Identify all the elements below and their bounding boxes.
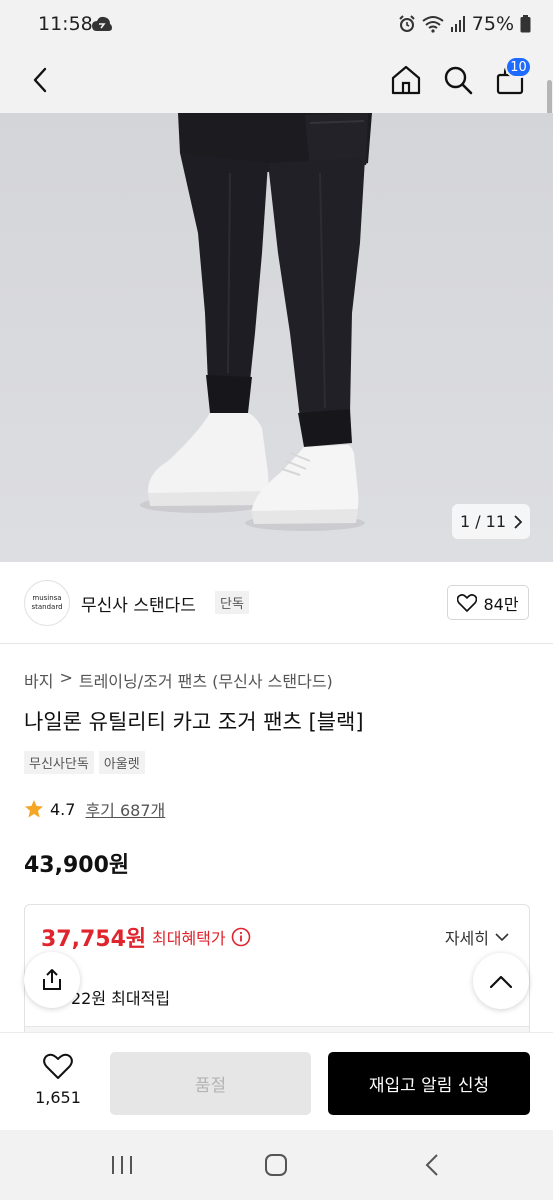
max-benefit-box: 37,754원 최대혜택가 자세히 22원 최대적립 [24,904,530,1044]
max-benefit-label-text: 최대혜택가 [152,929,226,948]
tag-exclusive: 무신사단독 [24,751,94,774]
back-button[interactable] [18,58,62,102]
battery-percent: 75% [471,13,514,35]
signal-icon [450,16,465,32]
benefit-detail-label: 자세히 [444,929,489,948]
product-tags: 무신사단독 아울렛 [24,751,145,774]
wishlist-button[interactable]: 1,651 [28,1053,88,1107]
soldout-button[interactable]: 품절 [110,1052,311,1115]
star-icon [25,800,43,818]
status-bar: 11:58 75% [0,0,553,50]
chevron-right-icon [514,514,523,529]
breadcrumb-separator: > [59,668,73,687]
max-benefit-label: 최대혜택가 [152,925,251,949]
heart-icon [43,1053,73,1079]
search-icon [444,66,473,95]
bottom-action-bar: 1,651 품절 재입고 알림 신청 [0,1032,553,1130]
scroll-top-button[interactable] [473,953,529,1009]
brand-row: musinsa standard 무신사 스탠다드 단독 84만 [0,562,553,644]
review-count-link[interactable]: 후기 687개 [85,797,165,821]
cloud-sync-icon [92,16,112,31]
max-points-text: 22원 최대적립 [71,989,171,1008]
restock-alert-button[interactable]: 재입고 알림 신청 [328,1052,530,1115]
chevron-left-icon [425,1154,438,1176]
product-title: 나일론 유틸리티 카고 조거 팬츠 [블랙] [24,710,364,734]
info-icon[interactable] [231,927,251,947]
breadcrumb-item-pants[interactable]: 바지 [24,668,53,692]
home-icon [391,65,421,95]
wishlist-count: 1,651 [35,1088,81,1107]
status-time: 11:58 [38,13,93,35]
home-button[interactable] [384,58,428,102]
chevron-down-icon [495,932,509,941]
battery-icon [520,15,531,33]
home-square-icon [265,1154,287,1176]
search-button[interactable] [436,58,480,102]
product-image[interactable] [0,113,553,562]
heart-icon [457,593,478,612]
brand-logo[interactable]: musinsa standard [24,580,70,626]
brand-like-button[interactable]: 84만 [447,585,529,620]
brand-like-count: 84만 [483,594,519,614]
image-counter-text: 1 / 11 [459,512,507,531]
product-photo-illustration [0,113,553,562]
home-nav-button[interactable] [256,1148,296,1182]
share-button[interactable] [24,952,80,1008]
back-nav-button[interactable] [412,1148,452,1182]
alarm-icon [399,15,415,32]
chevron-left-icon [33,67,47,93]
exclusive-badge: 단독 [215,591,249,614]
benefit-detail-toggle[interactable]: 자세히 [445,925,509,949]
tag-outlet: 아울렛 [98,751,145,774]
system-nav-bar [0,1130,553,1200]
recent-apps-icon [112,1156,132,1174]
chevron-up-icon [490,975,512,988]
image-counter[interactable]: 1 / 11 [452,504,530,539]
brand-logo-text-2: standard [31,603,63,611]
wifi-icon [422,16,444,33]
app-header: 10 [0,50,553,113]
status-icons: 75% [398,13,531,35]
rating-row: 4.7 후기 687개 [24,797,165,821]
max-benefit-price: 37,754원 [41,927,147,952]
brand-name[interactable]: 무신사 스탠다드 [81,591,196,616]
rating-value: 4.7 [50,799,76,819]
breadcrumb-item-category[interactable]: 트레이닝/조거 팬츠 (무신사 스탠다드) [79,668,333,692]
cart-button[interactable]: 10 [488,56,532,102]
brand-logo-text-1: musinsa [32,594,62,602]
breadcrumb: 바지 > 트레이닝/조거 팬츠 (무신사 스탠다드) [24,668,333,692]
share-icon [43,969,61,990]
recent-apps-button[interactable] [102,1148,142,1182]
original-price: 43,900원 [24,853,130,878]
cart-count-badge: 10 [505,56,532,78]
